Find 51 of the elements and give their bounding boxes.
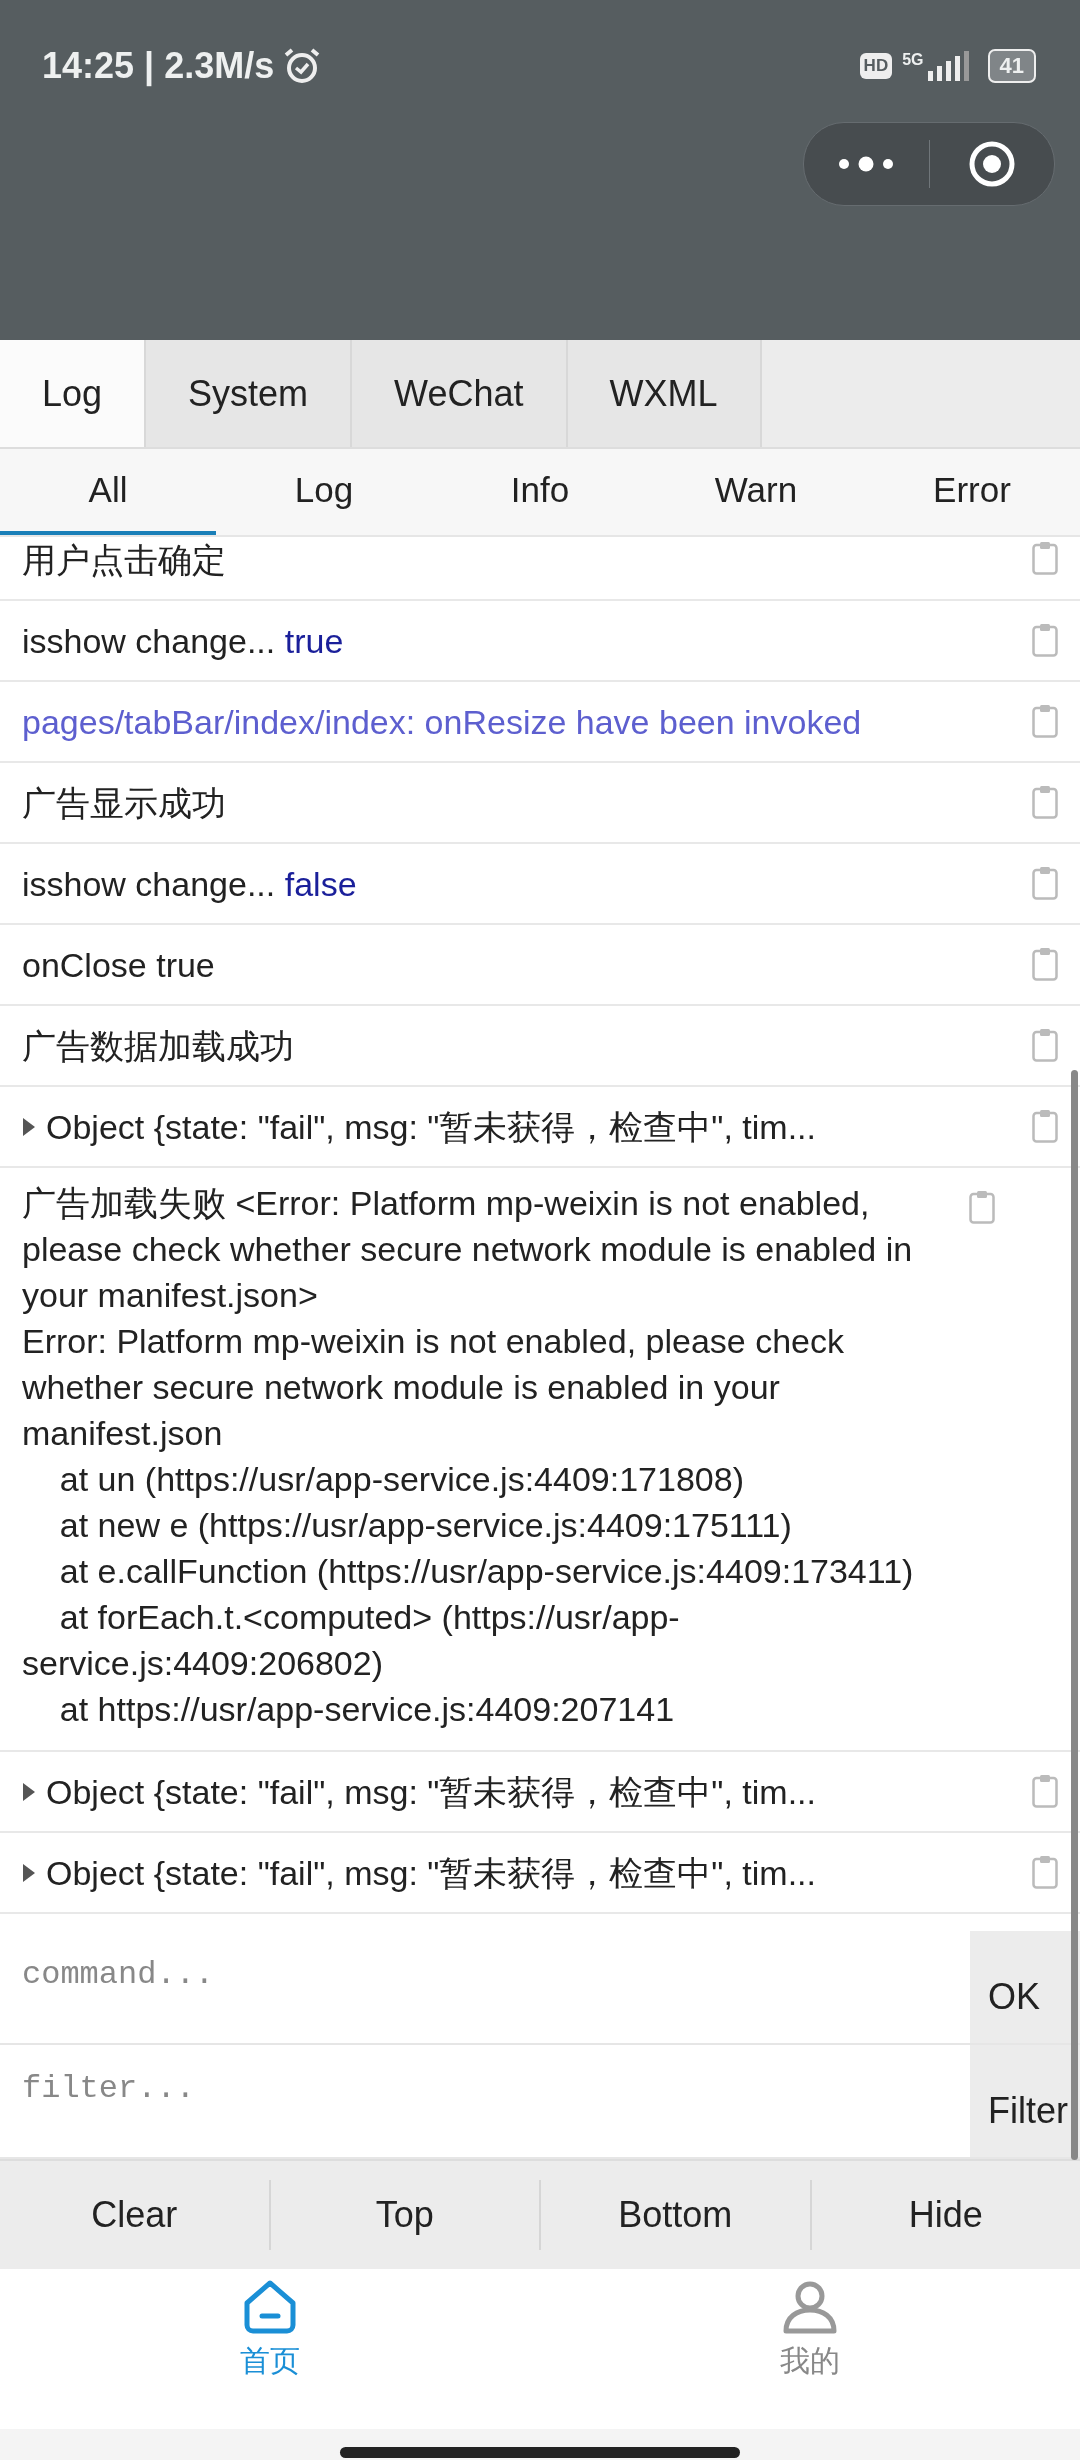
expand-icon[interactable] [22,1863,36,1883]
copy-icon[interactable] [1032,1855,1058,1889]
level-tab[interactable]: Log [216,449,432,535]
panel-tab[interactable]: WeChat [352,340,568,447]
expand-icon[interactable] [22,1117,36,1137]
log-message: 广告显示成功 [22,783,227,824]
copy-icon[interactable] [1032,947,1058,981]
log-line: at new e (https://usr/app-service.js:4409:175111) [58,1505,793,1546]
level-tab[interactable]: Info [432,449,648,535]
copy-icon[interactable] [1032,704,1058,738]
copy-icon[interactable] [1032,1109,1058,1143]
copy-icon[interactable] [1032,1774,1058,1808]
signal-icon [925,51,972,81]
ok-button[interactable]: OK [970,1931,1080,2043]
home-indicator[interactable] [340,2447,740,2458]
log-line: at https://usr/app-service.js:4409:207141 [58,1689,676,1730]
status-time: 14:25 | 2.3M/s [42,45,275,87]
log-message: pages/tabBar/index/index: onResize have been invoked [22,702,863,743]
scrollbar[interactable] [1071,1070,1078,2160]
log-message: 广告数据加载成功 [22,1026,295,1067]
copy-icon[interactable] [1032,1028,1058,1062]
log-message: Object {state: "fail", msg: "暂未获得，检查中", tim... [46,1772,817,1813]
tab-bar-item[interactable]: 我的 [540,2279,1080,2429]
copy-icon[interactable] [969,1190,995,1224]
panel-tab[interactable]: System [146,340,353,447]
level-tab[interactable]: All [0,449,216,535]
level-tab[interactable]: Warn [648,449,864,535]
hd-badge: HD [859,53,893,79]
expand-icon[interactable] [22,1782,36,1802]
copy-icon[interactable] [1032,541,1058,575]
log-line: at forEach.t.<computed> (https://usr/app-service.js:4409:206802) [22,1597,681,1684]
tab-bar-item[interactable]: 首页 [0,2279,540,2429]
log-message: isshow change... false [22,864,358,905]
log-message: Object {state: "fail", msg: "暂未获得，检查中", tim... [46,1853,817,1894]
log-line: at e.callFunction (https://usr/app-service.js:4409:173411) [58,1551,915,1592]
log-message: onClose true [22,945,216,986]
log-message: Object {state: "fail", msg: "暂未获得，检查中", tim... [46,1107,817,1148]
log-line: at un (https://usr/app-service.js:4409:171808) [58,1459,745,1500]
copy-icon[interactable] [1032,866,1058,900]
battery-indicator: 41 [987,49,1036,83]
log-message: isshow change... true [22,621,345,662]
panel-tab[interactable]: Log [0,340,147,447]
filter-button[interactable]: Filter [970,2045,1080,2157]
level-tab[interactable]: Error [864,449,1080,535]
panel-tab[interactable]: WXML [567,340,762,447]
person-icon [781,2279,839,2335]
log-message: 用户点击确定 [22,540,227,581]
copy-icon[interactable] [1032,623,1058,657]
network-label: 5G [902,51,924,69]
log-line: 广告加载失败 <Error: Platform mp-weixin is not enabled, please check whether secure network module is enabled in your manifest.json> [22,1183,914,1316]
copy-icon[interactable] [1032,785,1058,819]
